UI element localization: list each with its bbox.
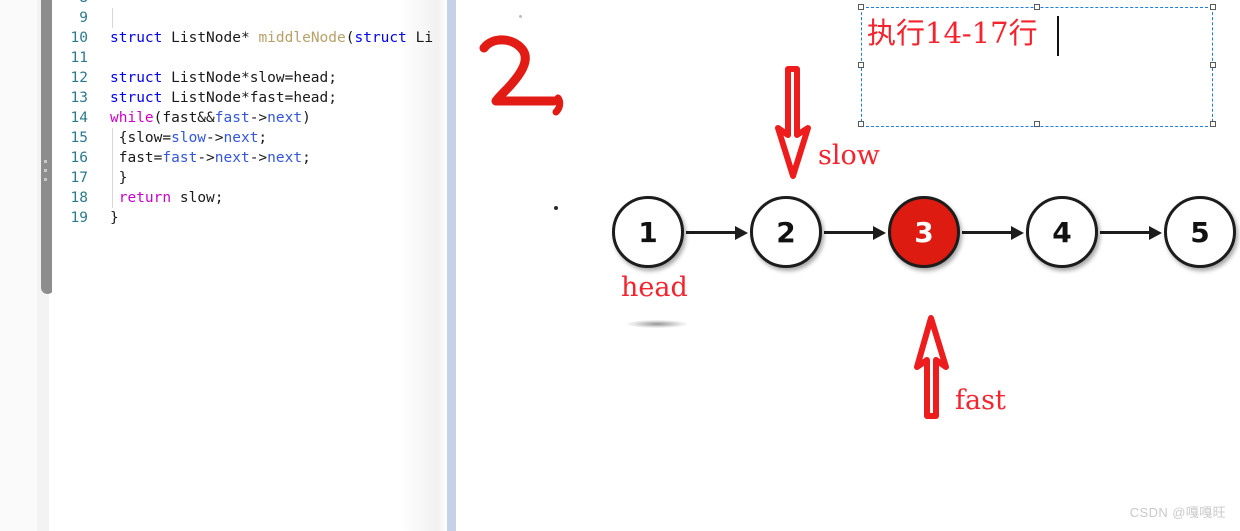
code-line[interactable]: 14 while(fast&&fast->next)	[52, 108, 448, 128]
resize-handle-e[interactable]	[1210, 62, 1216, 68]
code-line[interactable]: 19}	[52, 208, 448, 228]
editor-vertical-scrollbar[interactable]	[20, 0, 54, 531]
code-line[interactable]: 10 struct ListNode* middleNode(struct Li	[52, 28, 448, 48]
list-node-4-value: 4	[1052, 215, 1072, 249]
resize-handle-ne[interactable]	[1210, 4, 1216, 10]
code-line-text: }	[110, 210, 119, 226]
line-number: 19	[70, 210, 88, 226]
code-line[interactable]: 16 fast=fast->next->next;	[52, 148, 448, 168]
list-node-3-value: 3	[914, 215, 934, 249]
text-caret	[1057, 16, 1059, 56]
slow-pointer-arrow-icon	[775, 66, 811, 179]
edge-arrowhead-2-3	[873, 226, 886, 240]
code-line[interactable]: 15 {slow=slow->next;	[52, 128, 448, 148]
list-node-5-value: 5	[1190, 215, 1210, 249]
edge-2-3	[824, 231, 880, 234]
resize-handle-w[interactable]	[858, 62, 864, 68]
list-node-4[interactable]: 4	[1026, 196, 1098, 268]
code-line-text: {slow=slow->next;	[110, 130, 268, 146]
code-line-text: }	[110, 170, 128, 186]
edge-3-4	[962, 231, 1018, 234]
resize-handle-s[interactable]	[1034, 121, 1040, 127]
line-number: 12	[70, 70, 88, 86]
head-shadow-artifact	[627, 320, 687, 328]
list-node-1[interactable]: 1	[612, 196, 684, 268]
head-pointer-label: head	[621, 272, 688, 303]
line-number: 11	[70, 50, 88, 66]
slow-pointer-label: slow	[818, 140, 880, 171]
list-node-1-value: 1	[638, 215, 658, 249]
line-number: 13	[70, 90, 88, 106]
resize-handle-nw[interactable]	[858, 4, 864, 10]
edge-1-2	[686, 231, 742, 234]
edge-4-5	[1100, 231, 1156, 234]
fast-pointer-label: fast	[955, 385, 1006, 416]
line-number: 8	[52, 0, 88, 8]
code-line[interactable]: 9	[52, 8, 448, 28]
edge-arrowhead-3-4	[1011, 226, 1024, 240]
line-number: 18	[70, 190, 88, 206]
line-number: 14	[70, 110, 88, 126]
code-line-text: return slow;	[118, 190, 224, 206]
editor-inner-scrollbar[interactable]	[447, 0, 456, 531]
fast-pointer-arrow-icon	[914, 315, 949, 419]
line-number: 9	[79, 10, 88, 26]
list-node-5[interactable]: 5	[1164, 196, 1236, 268]
list-node-3[interactable]: 3	[888, 196, 960, 268]
code-content[interactable]: 8 9 10 struct ListNode* middleNode(struct L…	[52, 0, 448, 531]
list-node-2-value: 2	[776, 215, 796, 249]
screenshot-stage: 8 9 10 struct ListNode* middleNode(struct L…	[0, 0, 1240, 531]
code-line[interactable]: 12 struct ListNode*slow=head;	[52, 68, 448, 88]
edge-arrowhead-4-5	[1149, 226, 1162, 240]
annotation-text-label: 执行14-17行	[867, 16, 1038, 50]
list-node-2[interactable]: 2	[750, 196, 822, 268]
code-line[interactable]: 17 }	[52, 168, 448, 188]
annotation-text-box[interactable]: 执行14-17行	[858, 4, 1216, 127]
code-editor-panel: 8 9 10 struct ListNode* middleNode(struct L…	[0, 0, 456, 531]
gutter-drag-handle-icon[interactable]	[44, 160, 48, 186]
handwritten-number-two-mark	[479, 35, 564, 116]
code-line-text: while(fast&&fast->next)	[110, 110, 311, 126]
line-number: 17	[70, 170, 88, 186]
code-line-text: struct ListNode*slow=head;	[110, 70, 337, 86]
indent-guide	[112, 8, 113, 28]
code-line[interactable]: 11	[52, 48, 448, 68]
line-number: 10	[70, 30, 88, 46]
code-line[interactable]: 18 return slow;	[52, 188, 448, 208]
code-line-text: fast=fast->next->next;	[110, 150, 311, 166]
edge-arrowhead-1-2	[735, 226, 748, 240]
code-line-text: struct ListNode* middleNode(struct Li	[110, 30, 434, 46]
stray-dot-artifact-top	[519, 15, 522, 18]
resize-handle-sw[interactable]	[858, 121, 864, 127]
stray-dot-artifact	[554, 206, 558, 210]
resize-handle-se[interactable]	[1210, 121, 1216, 127]
code-line[interactable]: 13 struct ListNode*fast=head;	[52, 88, 448, 108]
code-line[interactable]: 8	[52, 0, 448, 8]
resize-handle-n[interactable]	[1034, 4, 1040, 10]
line-number: 16	[70, 150, 88, 166]
code-line-text: struct ListNode*fast=head;	[110, 90, 337, 106]
line-number: 15	[70, 130, 88, 146]
watermark-label: CSDN @嘎嘎旺	[1129, 505, 1226, 520]
